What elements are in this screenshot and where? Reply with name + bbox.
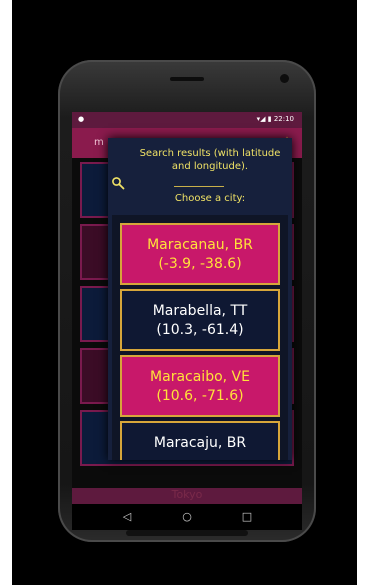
front-camera: [280, 74, 289, 83]
status-bar: ● ▾◢ ▮ 22:10: [72, 112, 302, 128]
search-icon: [112, 177, 125, 190]
status-indicators: ▾◢ ▮ 22:10: [256, 115, 294, 123]
city-name: Maracaju, BR: [153, 435, 247, 451]
phone-frame: ● ▾◢ ▮ 22:10 m ⋮ Tokyo Search results (w…: [58, 60, 316, 542]
city-name: Maracanau, BR: [147, 237, 253, 253]
city-results-list[interactable]: Maracanau, BR (-3.9, -38.6) Marabella, T…: [112, 215, 288, 460]
city-search-dialog: Search results (with latitude and longit…: [108, 138, 292, 460]
city-coordinates: (-3.9, -38.6): [158, 256, 242, 272]
recents-icon[interactable]: □: [237, 510, 257, 523]
title-divider: [174, 186, 224, 187]
speaker-grille: [170, 77, 204, 81]
city-option[interactable]: Maracaibo, VE (10.6, -71.6): [120, 355, 280, 417]
home-icon[interactable]: ○: [177, 510, 197, 523]
back-icon[interactable]: ◁: [117, 510, 137, 523]
city-option[interactable]: Maracaju, BR: [120, 421, 280, 460]
dialog-subtitle: Choose a city:: [174, 193, 246, 204]
navigation-bar: ◁ ○ □: [72, 504, 302, 530]
notification-icon: ●: [78, 115, 85, 123]
city-name: Marabella, TT: [152, 303, 248, 319]
phone-screen: ● ▾◢ ▮ 22:10 m ⋮ Tokyo Search results (w…: [72, 112, 302, 530]
city-name: Maracaibo, VE: [150, 369, 250, 385]
bottom-bezel: [126, 530, 248, 536]
app-bar-title: m: [94, 137, 104, 148]
city-option[interactable]: Marabella, TT (10.3, -61.4): [120, 289, 280, 351]
city-option[interactable]: Maracanau, BR (-3.9, -38.6): [120, 223, 280, 285]
city-coordinates: (10.3, -61.4): [156, 322, 244, 338]
dialog-title: Search results (with latitude and longit…: [139, 148, 281, 172]
city-coordinates: (10.6, -71.6): [156, 388, 244, 404]
background-city-label: Tokyo: [72, 488, 302, 504]
